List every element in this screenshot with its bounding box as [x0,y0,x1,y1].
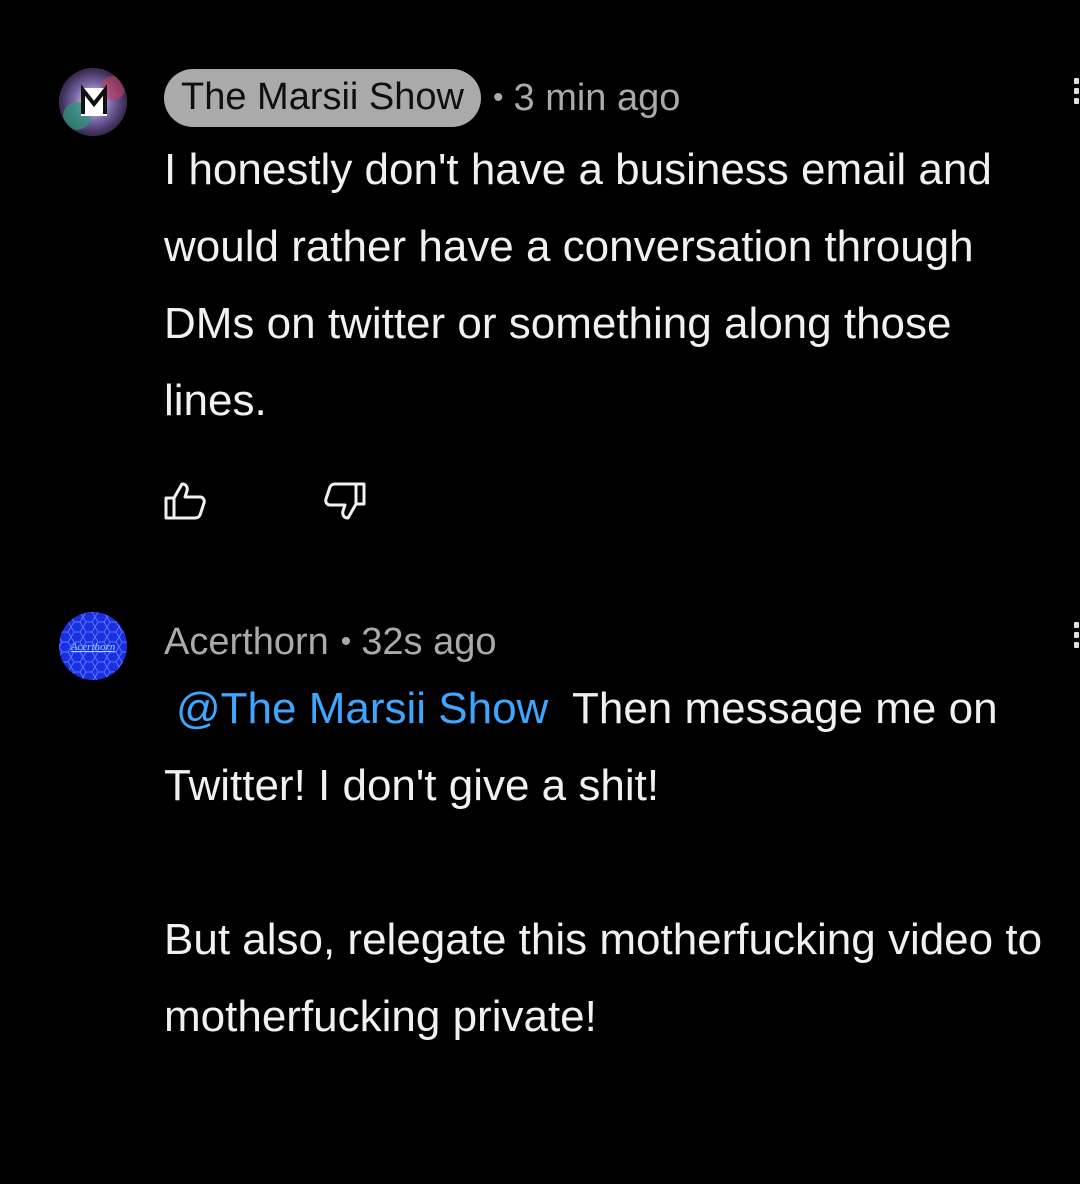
avatar[interactable]: Acerthorn [59,612,127,680]
comment-text: @The Marsii Show Then message me on Twit… [164,670,1064,1055]
mention-link[interactable]: @The Marsii Show [164,684,548,733]
acerthorn-hex-avatar-icon: Acerthorn [59,612,127,680]
author-name[interactable]: Acerthorn [164,621,329,664]
avatar[interactable] [59,68,127,136]
more-vert-icon[interactable] [1070,618,1080,658]
thumbs-down-icon[interactable] [322,478,368,524]
svg-text:Acerthorn: Acerthorn [70,641,116,653]
comment-time: 32s ago [361,620,497,663]
marsii-m-logo-avatar-icon [59,68,127,136]
more-vert-icon[interactable] [1070,74,1080,114]
author-name-chip[interactable]: The Marsii Show [164,69,481,127]
separator-dot: • [492,81,504,114]
comment-time: 3 min ago [513,76,681,119]
comment-item: The Marsii Show • 3 min ago I honestly d… [0,0,1080,560]
comment-item: Acerthorn Acerthorn • 32s ago @The Marsi… [0,560,1080,1184]
comment-text: I honestly don't have a business email a… [164,145,1005,425]
comment-header: The Marsii Show • 3 min ago [164,69,681,127]
thumbs-up-icon[interactable] [162,478,208,524]
comment-header: Acerthorn • 32s ago [164,614,497,670]
comment-reply-text: Then message me on Twitter! I don't give… [164,684,1043,1041]
separator-dot: • [340,625,352,658]
